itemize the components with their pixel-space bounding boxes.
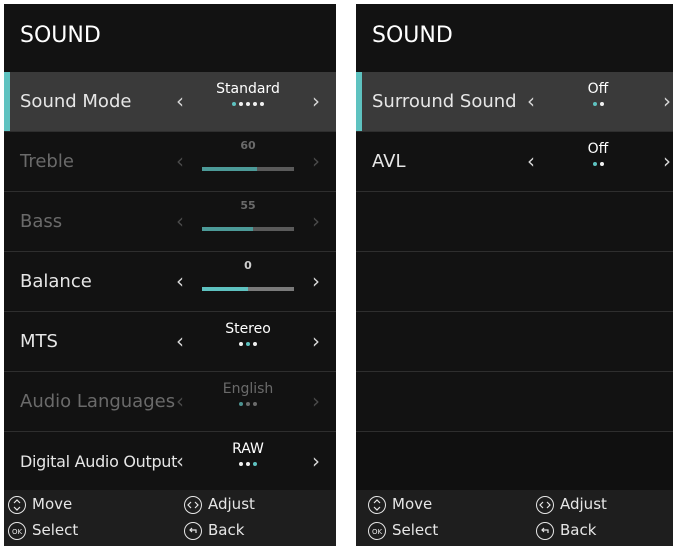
row-value: RAW: [232, 441, 264, 457]
chevron-left-icon[interactable]: ‹: [171, 432, 189, 490]
right-sound-panel: SOUND Surround Sound ‹ Off › AVL ‹ Off ›…: [356, 4, 673, 546]
updown-icon: [8, 495, 26, 514]
back-icon: [536, 521, 554, 540]
bass-slider[interactable]: [202, 227, 294, 231]
row-label: Digital Audio Output: [20, 452, 178, 471]
empty-row: [356, 252, 673, 312]
chevron-left-icon[interactable]: ‹: [171, 72, 189, 130]
chevron-right-icon[interactable]: ›: [307, 192, 325, 250]
left-sound-panel: SOUND Sound Mode ‹ Standard › Treble ‹ 6…: [4, 4, 336, 546]
hint-select-label: Select: [32, 521, 79, 539]
hint-move-label: Move: [32, 495, 73, 513]
row-label: Surround Sound: [372, 91, 517, 112]
chevron-left-icon[interactable]: ‹: [171, 312, 189, 370]
row-value: 0: [244, 259, 252, 272]
empty-row: [356, 372, 673, 432]
option-dots: [194, 462, 302, 466]
option-dots: [194, 342, 302, 346]
empty-row: [356, 192, 673, 252]
row-label: Bass: [20, 211, 63, 232]
hint-back-label: Back: [208, 521, 245, 539]
row-treble[interactable]: Treble ‹ 60 ›: [4, 132, 336, 192]
chevron-right-icon[interactable]: ›: [307, 72, 325, 130]
row-value: Off: [587, 81, 609, 97]
chevron-right-icon[interactable]: ›: [658, 132, 673, 190]
row-digital-audio-output[interactable]: Digital Audio Output ‹ RAW ›: [4, 432, 336, 492]
row-surround-sound[interactable]: Surround Sound ‹ Off ›: [356, 72, 673, 132]
chevron-right-icon[interactable]: ›: [307, 312, 325, 370]
chevron-left-icon[interactable]: ‹: [522, 132, 540, 190]
chevron-left-icon[interactable]: ‹: [171, 132, 189, 190]
row-value: Off: [587, 141, 609, 157]
hint-back: Back: [536, 519, 596, 541]
row-label: AVL: [372, 151, 406, 172]
chevron-right-icon[interactable]: ›: [658, 72, 673, 130]
row-label: Audio Languages: [20, 391, 176, 412]
panel-title: SOUND: [356, 4, 673, 72]
row-value: 55: [240, 199, 256, 212]
hint-adjust-label: Adjust: [208, 495, 255, 513]
hint-back-label: Back: [560, 521, 597, 539]
hint-move: Move: [8, 493, 72, 515]
row-mts[interactable]: MTS ‹ Stereo ›: [4, 312, 336, 372]
hint-select: OK Select: [8, 519, 78, 541]
row-balance[interactable]: Balance ‹ 0 ›: [4, 252, 336, 312]
option-dots: [542, 102, 654, 106]
row-label: Treble: [20, 151, 74, 172]
row-avl[interactable]: AVL ‹ Off ›: [356, 132, 673, 192]
panel-title: SOUND: [4, 4, 336, 72]
hint-back: Back: [184, 519, 244, 541]
row-value: Standard: [216, 81, 280, 97]
chevron-right-icon[interactable]: ›: [307, 132, 325, 190]
hint-adjust: Adjust: [536, 493, 607, 515]
ok-icon: OK: [8, 521, 26, 540]
row-sound-mode[interactable]: Sound Mode ‹ Standard ›: [4, 72, 336, 132]
row-audio-languages[interactable]: Audio Languages ‹ English ›: [4, 372, 336, 432]
row-value: 60: [240, 139, 256, 152]
hint-move-label: Move: [392, 495, 433, 513]
empty-row: [356, 312, 673, 372]
row-label: Sound Mode: [20, 91, 132, 112]
back-icon: [184, 521, 202, 540]
chevron-left-icon[interactable]: ‹: [171, 252, 189, 310]
chevron-left-icon[interactable]: ‹: [171, 372, 189, 430]
hint-adjust-label: Adjust: [560, 495, 607, 513]
key-hints-footer: Move Adjust OK Select Back: [4, 490, 336, 546]
row-bass[interactable]: Bass ‹ 55 ›: [4, 192, 336, 252]
hint-move: Move: [368, 493, 432, 515]
treble-slider[interactable]: [202, 167, 294, 171]
chevron-left-icon[interactable]: ‹: [522, 72, 540, 130]
key-hints-footer: Move Adjust OK Select Back: [356, 490, 673, 546]
hint-select-label: Select: [392, 521, 439, 539]
leftright-icon: [536, 495, 554, 514]
option-dots: [194, 402, 302, 406]
row-label: MTS: [20, 331, 58, 352]
row-value: English: [222, 381, 274, 397]
option-dots: [542, 162, 654, 166]
chevron-right-icon[interactable]: ›: [307, 372, 325, 430]
ok-icon: OK: [368, 521, 386, 540]
chevron-right-icon[interactable]: ›: [307, 252, 325, 310]
updown-icon: [368, 495, 386, 514]
option-dots: [194, 102, 302, 106]
hint-adjust: Adjust: [184, 493, 255, 515]
row-value: Stereo: [225, 321, 271, 337]
row-label: Balance: [20, 271, 92, 292]
chevron-right-icon[interactable]: ›: [307, 432, 325, 490]
hint-select: OK Select: [368, 519, 438, 541]
balance-slider[interactable]: [202, 287, 294, 291]
leftright-icon: [184, 495, 202, 514]
chevron-left-icon[interactable]: ‹: [171, 192, 189, 250]
